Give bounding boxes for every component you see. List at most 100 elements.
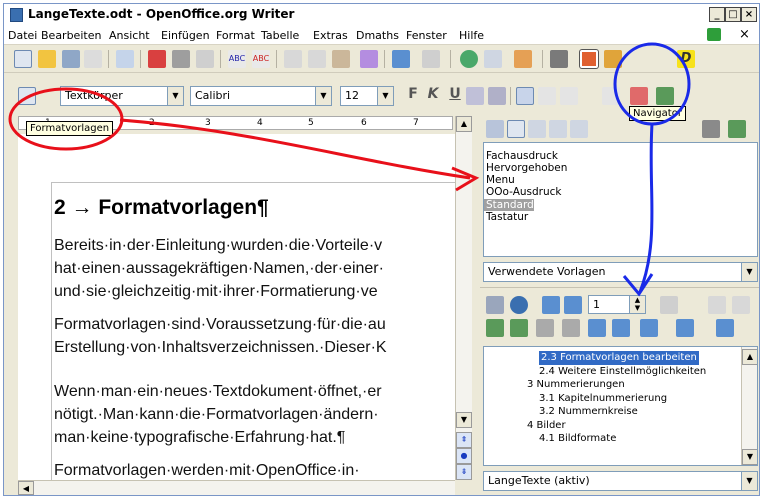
minimize-button[interactable]: _ [709,7,725,22]
navigator-tree[interactable]: 2.3 Formatvorlagen bearbeiten 2.4 Weiter… [483,346,758,466]
navigator-icon[interactable] [580,50,598,68]
style-item[interactable]: Menu [484,174,757,186]
paragraph-styles-icon[interactable] [486,120,504,138]
document-area[interactable]: 2 → Formatvorlagen¶ Bereits·in·der·Einle… [18,134,455,480]
menu-ansicht[interactable]: Ansicht [109,29,150,42]
horizontal-scrollbar[interactable]: ◀ [18,480,455,495]
menu-format[interactable]: Format [216,29,255,42]
menu-extras[interactable]: Extras [313,29,348,42]
paste-icon[interactable] [332,50,350,68]
styles-formatting-icon[interactable] [18,87,36,105]
chevron-down-icon[interactable]: ▼ [315,87,331,105]
next-icon[interactable] [564,296,582,314]
fill-format-icon[interactable] [702,120,720,138]
autospellcheck-icon[interactable]: ABC [252,50,270,68]
set-reminder-icon[interactable] [510,319,528,337]
chevron-down-icon[interactable]: ▼ [167,87,183,105]
close-document-icon[interactable]: × [739,27,750,42]
numbering-icon[interactable] [602,87,620,105]
new-document-icon[interactable] [14,50,32,68]
font-name-select[interactable]: Calibri ▼ [190,86,332,106]
content-view-icon[interactable] [486,319,504,337]
menu-hilfe[interactable]: Hilfe [459,29,484,42]
bullets-icon[interactable] [630,87,648,105]
style-item[interactable]: Fachausdruck [484,150,757,162]
chevron-down-icon[interactable]: ▼ [741,263,757,281]
nav-item[interactable]: 4 Bilder [484,419,757,433]
nav-item[interactable]: 3.2 Nummernkreise [484,405,757,419]
scroll-up-icon[interactable]: ▲ [742,349,757,365]
list-styles-icon[interactable] [570,120,588,138]
nav-item-selected[interactable]: 2.3 Formatvorlagen bearbeiten [539,351,699,365]
page-preview-icon[interactable] [196,50,214,68]
previous-icon[interactable] [542,296,560,314]
document-page[interactable]: 2 → Formatvorlagen¶ Bereits·in·der·Einle… [51,182,455,480]
nav-item[interactable]: 4.1 Bildformate [484,432,757,446]
font-color-icon[interactable] [466,87,484,105]
navigation-icon[interactable] [510,296,528,314]
align-right-icon[interactable] [560,87,578,105]
page-styles-icon[interactable] [549,120,567,138]
redo-icon[interactable] [422,50,440,68]
frame-styles-icon[interactable] [528,120,546,138]
toggle-icon[interactable] [486,296,504,314]
underline-button[interactable]: U [446,86,464,102]
chevron-down-icon[interactable]: ▼ [377,87,393,105]
navigation-icon[interactable]: ● [456,448,472,464]
page-number-spinner[interactable]: 1 ▲ ▼ [588,295,646,314]
align-left-icon[interactable] [516,87,534,105]
edit-icon[interactable] [562,319,580,337]
dmaths-icon[interactable]: D [677,50,695,68]
cut-icon[interactable] [284,50,302,68]
copy-icon[interactable] [308,50,326,68]
style-filter-select[interactable]: Verwendete Vorlagen ▼ [483,262,758,282]
promote-level-icon[interactable] [708,296,726,314]
navigator-scrollbar[interactable]: ▲ ▼ [741,347,757,465]
menu-einfuegen[interactable]: Einfügen [161,29,210,42]
align-center-icon[interactable] [538,87,556,105]
menu-tabelle[interactable]: Tabelle [261,29,299,42]
attachment-icon[interactable] [536,319,554,337]
spellcheck-icon[interactable]: ABC [228,50,246,68]
drag-mode-icon[interactable] [660,296,678,314]
nav-item[interactable]: 3.1 Kapitelnummerierung [484,392,757,406]
scroll-down-icon[interactable]: ▼ [456,412,472,428]
character-styles-icon[interactable] [507,120,525,138]
export-pdf-icon[interactable] [148,50,166,68]
gallery-icon[interactable] [604,50,622,68]
table-icon[interactable] [484,50,502,68]
save-icon[interactable] [62,50,80,68]
find-replace-icon[interactable] [550,50,568,68]
format-paintbrush-icon[interactable] [360,50,378,68]
nav-item[interactable]: 3 Nummerierungen [484,378,757,392]
font-size-select[interactable]: 12 ▼ [340,86,394,106]
footer-icon[interactable] [612,319,630,337]
email-icon[interactable] [84,50,102,68]
style-item[interactable]: Hervorgehoben [484,162,757,174]
style-list[interactable]: Fachausdruck Hervorgehoben Menu OOo-Ausd… [483,142,758,257]
chapter-up-icon[interactable] [716,319,734,337]
menu-fenster[interactable]: Fenster [406,29,447,42]
undo-icon[interactable] [392,50,410,68]
nav-item[interactable]: 2.4 Weitere Einstellmöglichkeiten [484,365,757,379]
close-button[interactable]: × [741,7,757,22]
anchor-icon[interactable] [640,319,658,337]
next-page-icon[interactable]: ⇟ [456,464,472,480]
header-icon[interactable] [588,319,606,337]
chevron-down-icon[interactable]: ▼ [741,472,757,490]
style-item[interactable]: OOo-Ausdruck [484,186,757,198]
style-item[interactable]: Tastatur [484,211,757,223]
open-folder-icon[interactable] [38,50,56,68]
previous-page-icon[interactable]: ⇞ [456,432,472,448]
menu-bearbeiten[interactable]: Bearbeiten [41,29,101,42]
scroll-left-icon[interactable]: ◀ [18,481,34,495]
document-select[interactable]: LangeTexte (aktiv) ▼ [483,471,758,491]
bold-button[interactable]: F [404,86,422,102]
menu-dmaths[interactable]: Dmaths [356,29,399,42]
style-item-selected[interactable]: Standard [484,199,534,211]
scroll-up-icon[interactable]: ▲ [456,116,472,132]
italic-button[interactable]: K [424,86,442,102]
spinner-icon[interactable]: ▲ ▼ [629,296,645,313]
demote-level-icon[interactable] [732,296,750,314]
hyperlink-icon[interactable] [460,50,478,68]
